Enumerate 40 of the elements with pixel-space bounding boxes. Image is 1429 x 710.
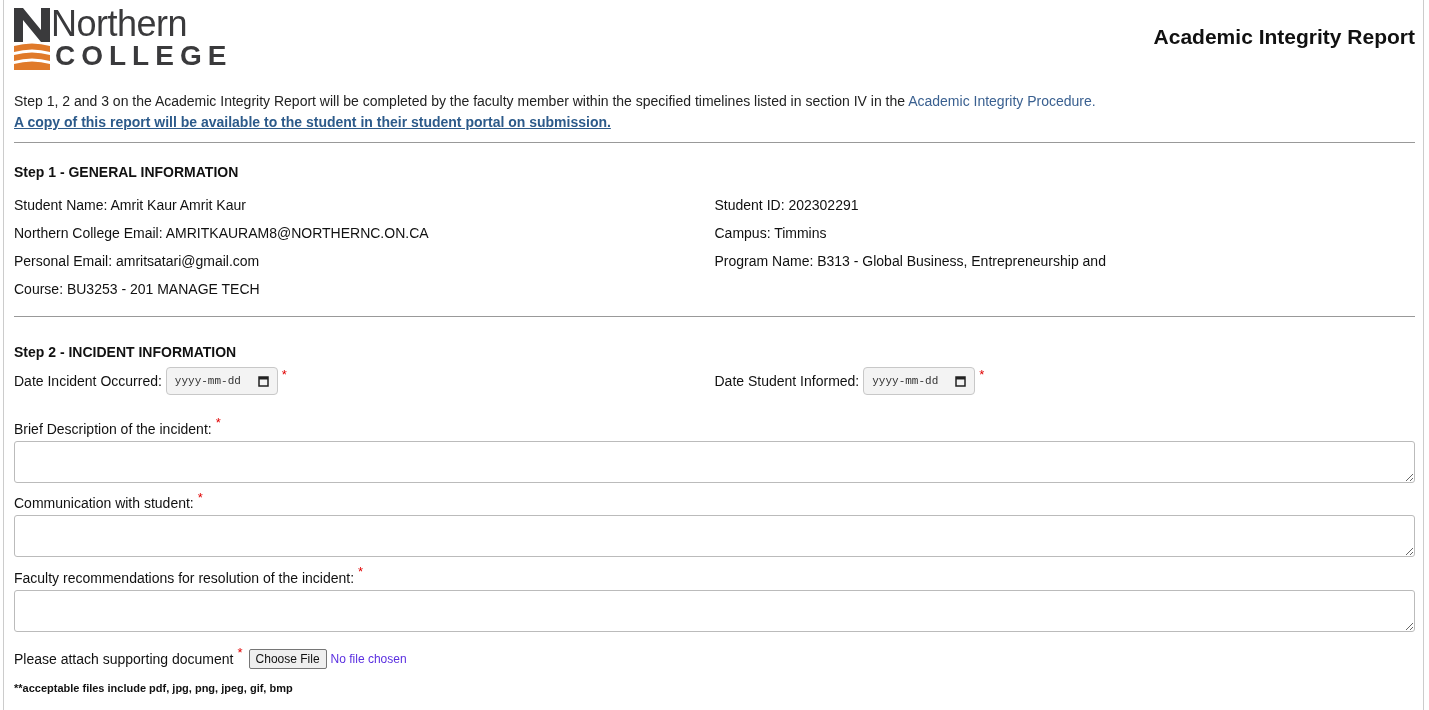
date-placeholder: yyyy-mm-dd (174, 373, 241, 389)
info-text: Course: BU3253 - 201 MANAGE TECH (14, 280, 261, 299)
field-label: Date Incident Occurred: (14, 371, 162, 391)
text-area[interactable] (14, 589, 1415, 632)
logo-word: Northern (51, 7, 189, 41)
date-placeholder: yyyy-mm-dd (872, 373, 939, 389)
info-text: Student ID: 202302291 (714, 196, 860, 215)
info-text: Program Name: B313 - Global Business, Entrepreneurship and (714, 252, 1107, 271)
required-asterisk: * (358, 563, 364, 581)
intro-paragraph: Step 1, 2 and 3 on the Academic Integrity Report will be completed by the faculty member within the specified timelines listed in section IV in the Academic Integrity Procedure. A copy of this report will be available to the student in their student portal on submission. (14, 92, 1097, 132)
logo-word: COLLEGE (55, 41, 233, 71)
calendar-icon[interactable] (955, 375, 967, 387)
required-asterisk: * (215, 414, 221, 432)
date-input[interactable]: yyyy-mm-dd (863, 367, 976, 395)
field-label: Faculty recommendations for resolution of the incident: (14, 568, 355, 587)
choose-file-button[interactable]: Choose File (248, 649, 327, 669)
section-heading: Step 1 - GENERAL INFORMATION (14, 163, 240, 182)
page-title: Academic Integrity Report (1153, 24, 1415, 50)
info-text: Student Name: Amrit Kaur Amrit Kaur (14, 196, 247, 215)
field-label: Brief Description of the incident: (14, 419, 212, 438)
field-label: Date Student Informed: (714, 371, 860, 391)
required-asterisk: * (281, 366, 287, 385)
info-text: Campus: Timmins (714, 224, 828, 243)
logo-mark-icon (14, 8, 50, 70)
text-area[interactable] (14, 440, 1415, 483)
info-text: Personal Email: amritsatari@gmail.com (14, 252, 261, 271)
section-heading: Step 2 - INCIDENT INFORMATION (14, 343, 238, 362)
info-text: Northern College Email: AMRITKAURAM8@NORTHERNC.ON.CA (14, 224, 430, 243)
field-label: Please attach supporting document (14, 649, 234, 669)
calendar-icon[interactable] (257, 375, 269, 387)
required-asterisk: * (197, 488, 203, 507)
file-types-note: **acceptable files include pdf, jpg, png, jpeg, gif, bmp (14, 680, 294, 696)
file-status: No file chosen (330, 651, 407, 668)
report-copy-link[interactable]: A copy of this report will be available to the student in their student portal on submission. (14, 114, 611, 130)
date-input[interactable]: yyyy-mm-dd (165, 367, 278, 395)
required-asterisk: * (237, 644, 243, 663)
procedure-link[interactable]: Academic Integrity Procedure. (908, 93, 1096, 109)
field-label: Communication with student: (14, 494, 194, 513)
required-asterisk: * (979, 366, 985, 385)
text-area[interactable] (14, 515, 1415, 557)
